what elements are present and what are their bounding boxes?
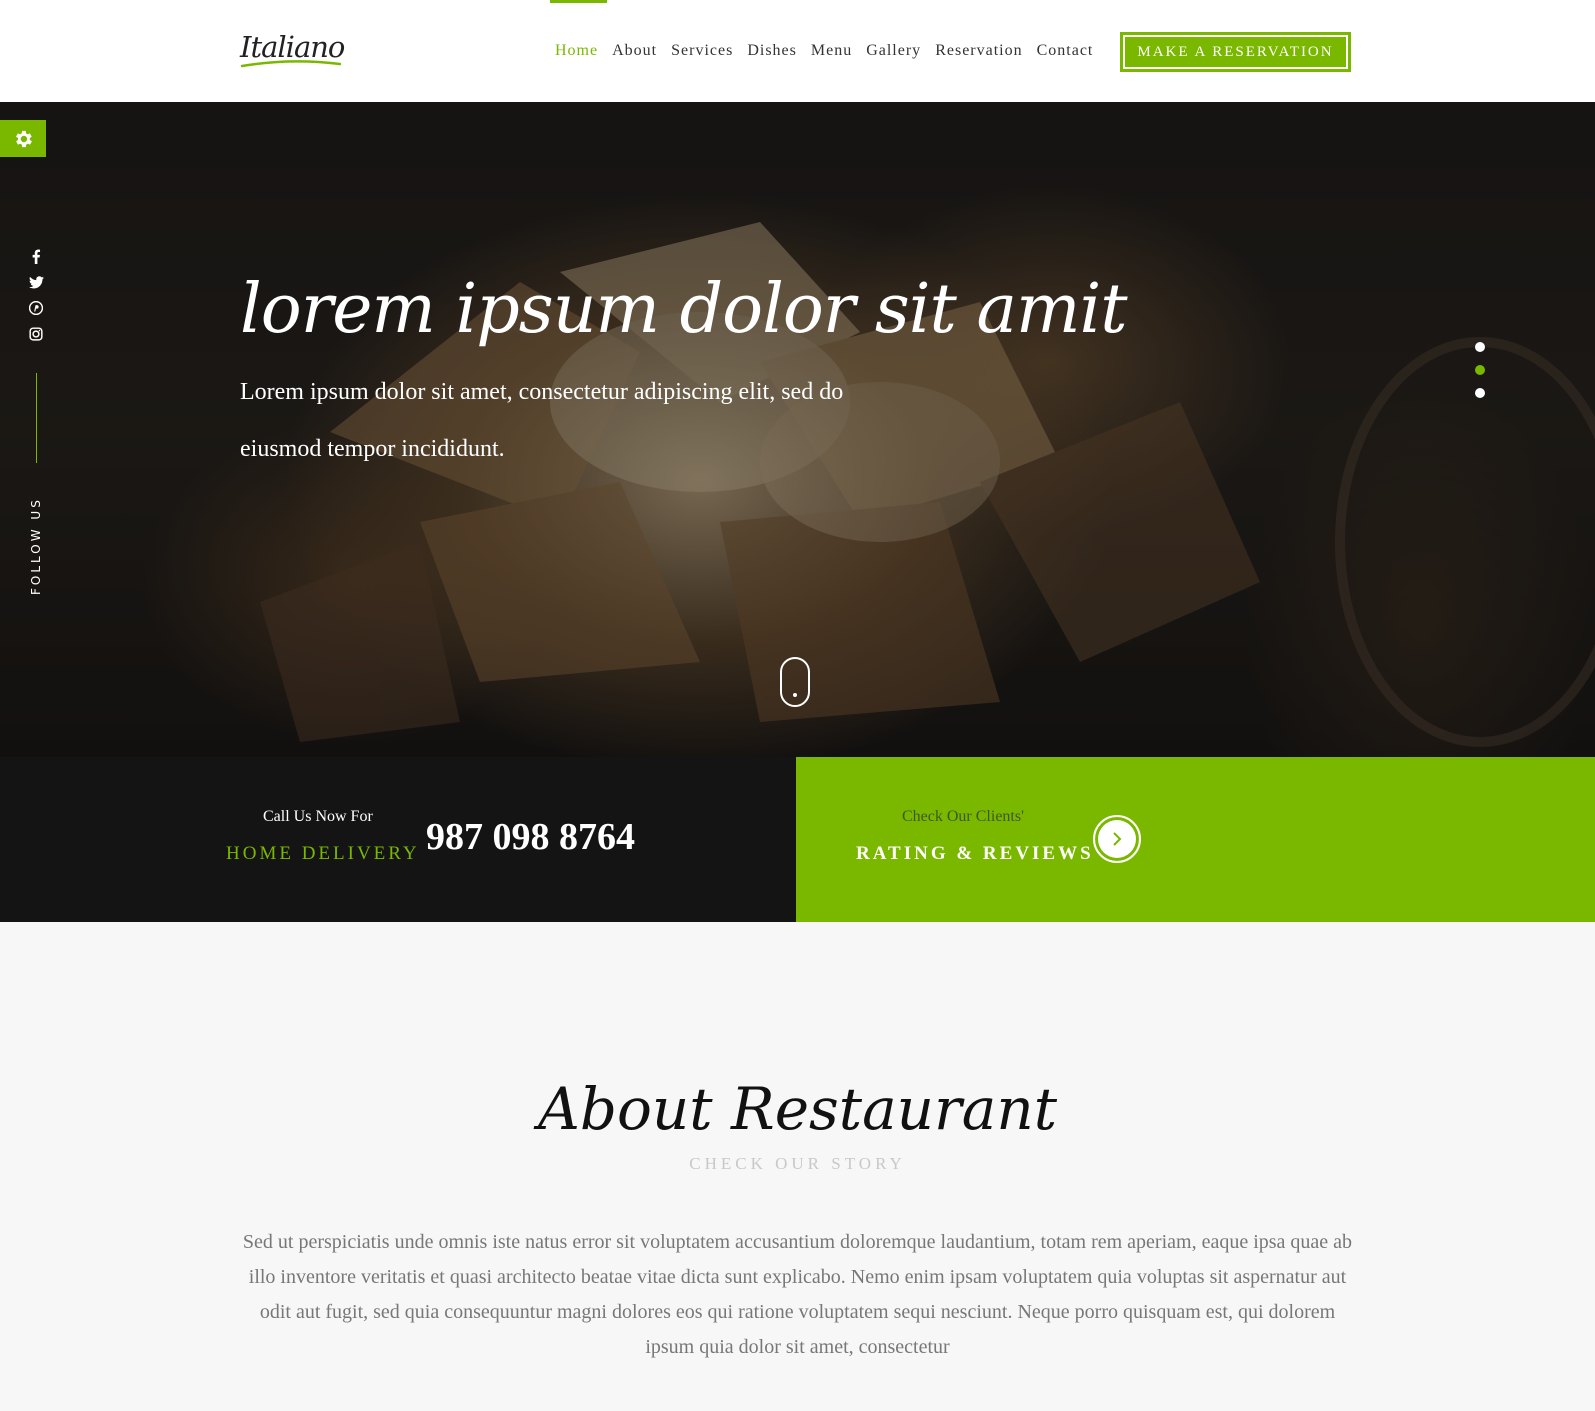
reviews-arrow-button[interactable] [1093,815,1141,863]
rating-reviews-label: RATING & REVIEWS [856,843,1094,864]
reviews-band [796,757,1595,922]
nav-home[interactable]: Home [548,42,605,60]
reviews-button-inner [1099,821,1135,857]
slider-dot-2[interactable] [1475,365,1485,375]
home-delivery-label: HOME DELIVERY [226,843,420,864]
nav-dishes[interactable]: Dishes [740,42,804,60]
social-divider-line [36,373,37,463]
nav-about[interactable]: About [605,42,664,60]
phone-number[interactable]: 987 098 8764 [426,815,635,859]
settings-toggle[interactable] [0,120,46,157]
facebook-icon[interactable] [28,248,44,264]
chevron-right-icon [1113,832,1122,846]
social-links [28,248,48,352]
nav-menu[interactable]: Menu [804,42,859,60]
hero-text: Lorem ipsum dolor sit amet, consectetur … [240,379,844,462]
delivery-band [0,757,796,922]
main-nav: Home About Services Dishes Menu Gallery … [548,42,1100,60]
logo-swoosh-icon [240,60,342,68]
site-header: Italiano Home About Services Dishes Menu… [0,0,1595,102]
about-title: About Restaurant [538,1075,1057,1143]
scroll-down-mouse-icon[interactable] [780,657,810,707]
twitter-icon[interactable] [28,274,44,290]
nav-contact[interactable]: Contact [1030,42,1101,60]
slider-dot-1[interactable] [1475,342,1485,352]
nav-gallery[interactable]: Gallery [859,42,928,60]
gear-icon [16,130,32,147]
about-subtitle: CHECK OUR STORY [689,1154,906,1173]
hero-slider: lorem ipsum dolor sit amit Lorem ipsum d… [0,102,1595,757]
pinterest-icon[interactable] [28,300,44,316]
slider-dot-3[interactable] [1475,388,1485,398]
nav-services[interactable]: Services [664,42,740,60]
hero-title: lorem ipsum dolor sit amit [240,270,1128,349]
slider-dots [1475,342,1485,398]
about-text: Sed ut perspiciatis unde omnis iste natu… [242,1231,1353,1358]
call-us-label: Call Us Now For [263,808,373,825]
nav-active-indicator [550,0,607,3]
follow-us-label: FOLLOW US [29,497,43,595]
mouse-wheel-dot [793,693,797,697]
make-reservation-button[interactable]: MAKE A RESERVATION [1120,32,1351,72]
instagram-icon[interactable] [28,326,44,342]
nav-reservation[interactable]: Reservation [928,42,1029,60]
check-clients-label: Check Our Clients' [902,808,1024,825]
